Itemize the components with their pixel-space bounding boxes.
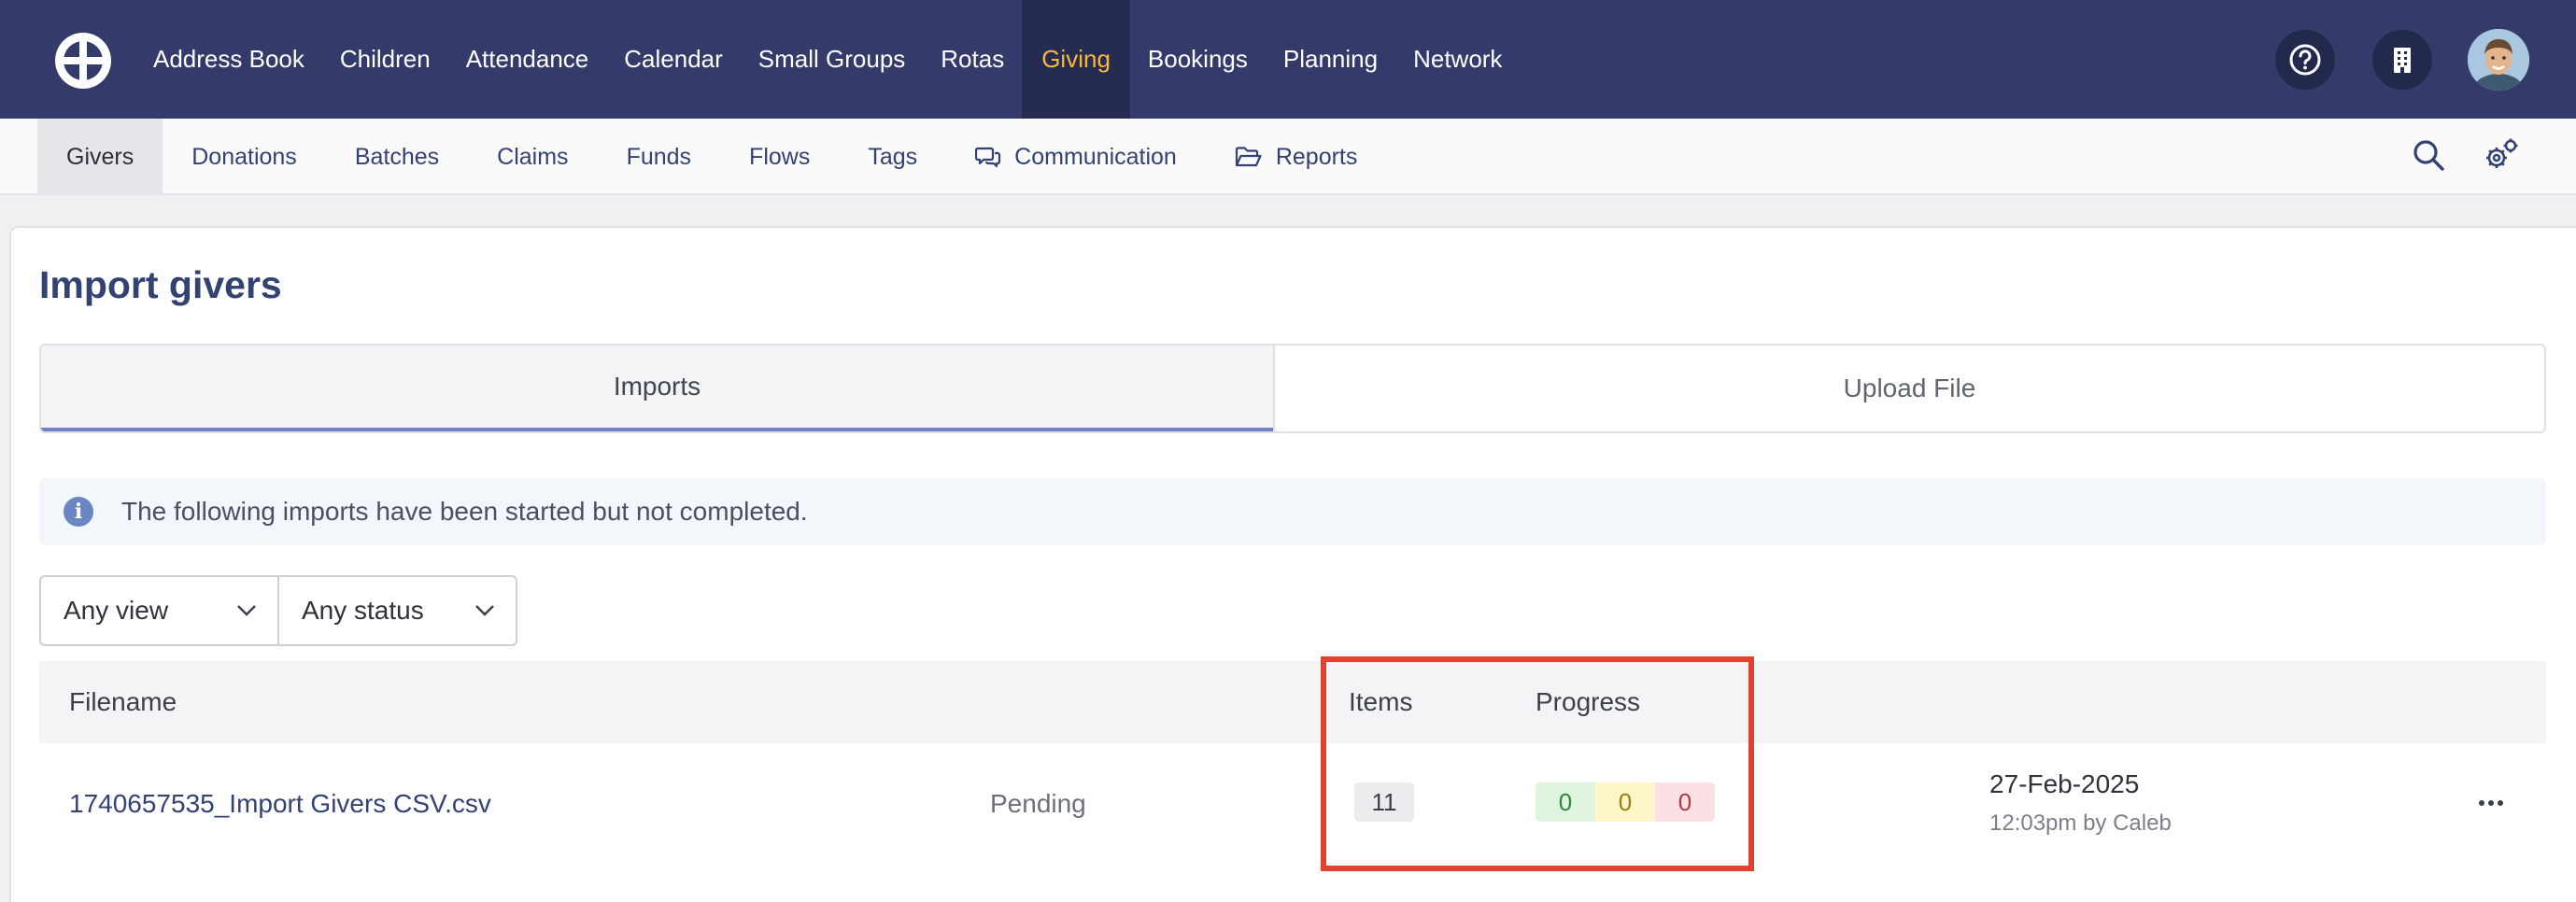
nav-children[interactable]: Children <box>322 0 448 119</box>
filter-bar: Any view Any status <box>39 575 517 646</box>
subnav-tags[interactable]: Tags <box>839 119 946 195</box>
building-icon <box>2394 48 2411 73</box>
table-row: 1740657535_Import Givers CSV.csv Pending… <box>39 743 2546 865</box>
logo-icon[interactable] <box>52 30 114 92</box>
tab-imports[interactable]: Imports <box>41 345 1273 431</box>
nav-bookings[interactable]: Bookings <box>1130 0 1266 119</box>
import-status: Pending <box>990 789 1086 818</box>
subnav-batches[interactable]: Batches <box>326 119 468 195</box>
main-menu: Address Book Children Attendance Calenda… <box>135 0 1520 119</box>
info-text: The following imports have been started … <box>121 497 808 526</box>
top-navigation-bar: Address Book Children Attendance Calenda… <box>0 0 2576 119</box>
sub-navigation-bar: Givers Donations Batches Claims Funds Fl… <box>0 119 2576 195</box>
view-filter-select[interactable]: Any view <box>39 575 279 646</box>
chat-bubbles-icon <box>975 147 1001 168</box>
settings-gears-icon[interactable] <box>2483 136 2520 174</box>
view-filter-value: Any view <box>64 596 169 625</box>
import-date-detail: 12:03pm by Caleb <box>1989 810 2172 836</box>
subnav-funds[interactable]: Funds <box>598 119 720 195</box>
progress-error-count: 0 <box>1655 782 1715 822</box>
page-title: Import givers <box>39 263 282 306</box>
nav-address-book[interactable]: Address Book <box>135 0 322 119</box>
chevron-down-icon <box>475 605 494 616</box>
subnav-claims[interactable]: Claims <box>468 119 597 195</box>
nav-rotas[interactable]: Rotas <box>923 0 1022 119</box>
user-avatar[interactable] <box>2468 29 2529 91</box>
search-icon[interactable] <box>2410 136 2447 174</box>
status-filter-value: Any status <box>302 596 424 625</box>
import-tabs: Imports Upload File <box>39 344 2546 433</box>
column-items[interactable]: Items <box>1349 661 1412 743</box>
progress-pending-count: 0 <box>1595 782 1655 822</box>
import-date: 27-Feb-2025 <box>1989 769 2140 798</box>
help-icon <box>2289 44 2321 76</box>
nav-giving[interactable]: Giving <box>1022 0 1130 119</box>
tab-upload-file[interactable]: Upload File <box>1273 345 2544 431</box>
subnav-donations[interactable]: Donations <box>163 119 326 195</box>
nav-calendar[interactable]: Calendar <box>606 0 741 119</box>
status-filter-select[interactable]: Any status <box>279 575 517 646</box>
subnav-givers[interactable]: Givers <box>37 119 163 195</box>
more-options-icon[interactable] <box>2468 784 2514 822</box>
organisation-button[interactable] <box>2372 30 2432 90</box>
column-filename[interactable]: Filename <box>69 661 177 743</box>
subnav-communication[interactable]: Communication <box>946 119 1206 195</box>
nav-attendance[interactable]: Attendance <box>448 0 607 119</box>
subnav-reports-label: Reports <box>1275 143 1358 170</box>
progress-bar: 0 0 0 <box>1536 782 1715 822</box>
info-icon: i <box>64 497 93 527</box>
nav-network[interactable]: Network <box>1395 0 1520 119</box>
folder-open-icon <box>1235 147 1262 167</box>
column-progress[interactable]: Progress <box>1536 661 1640 743</box>
info-banner: i The following imports have been starte… <box>39 478 2546 545</box>
nav-small-groups[interactable]: Small Groups <box>741 0 924 119</box>
nav-planning[interactable]: Planning <box>1266 0 1395 119</box>
import-filename-link[interactable]: 1740657535_Import Givers CSV.csv <box>69 743 491 865</box>
chevron-down-icon <box>237 605 256 616</box>
help-button[interactable] <box>2275 30 2335 90</box>
imports-table-header: Filename Items Progress <box>39 661 2546 743</box>
subnav-communication-label: Communication <box>1014 143 1177 170</box>
progress-ok-count: 0 <box>1536 782 1595 822</box>
subnav-flows[interactable]: Flows <box>720 119 839 195</box>
items-count-badge: 11 <box>1354 782 1414 822</box>
subnav-reports[interactable]: Reports <box>1206 119 1387 195</box>
giving-submenu: Givers Donations Batches Claims Funds Fl… <box>37 119 1386 195</box>
